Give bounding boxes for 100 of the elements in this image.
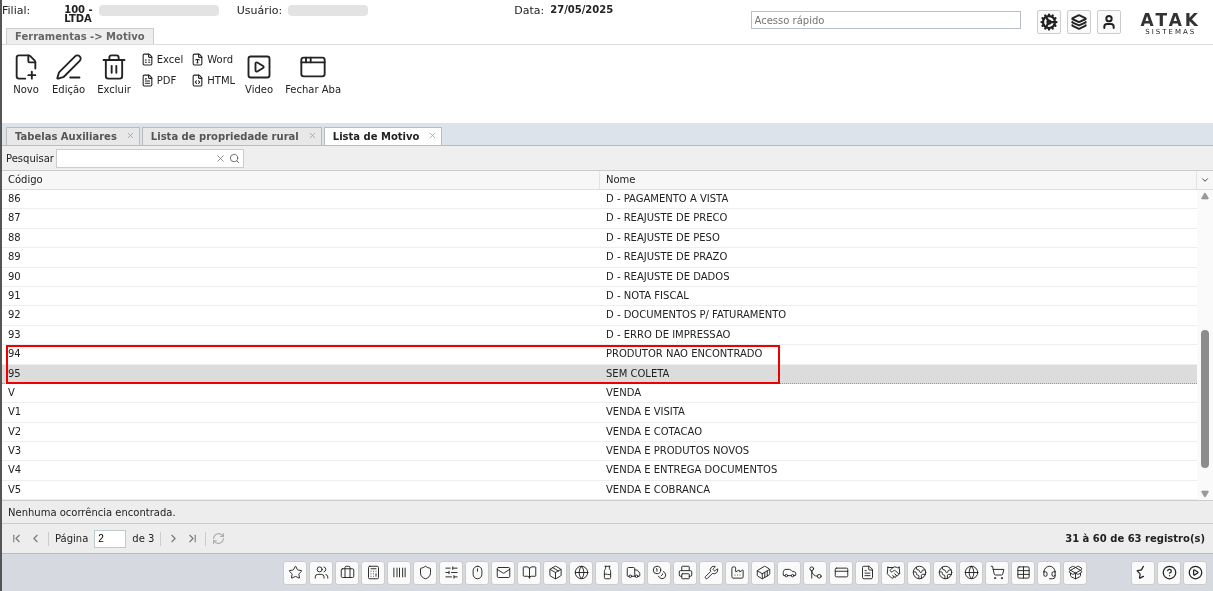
scrollbar[interactable]: [1197, 190, 1213, 500]
factory-icon[interactable]: [725, 560, 749, 585]
trash-icon: [100, 53, 128, 81]
table-cell-text: V3: [7, 444, 23, 459]
table-cell-text: 90: [7, 269, 22, 284]
table-cell-text: 89: [7, 250, 22, 265]
sliders-icon[interactable]: [439, 560, 463, 585]
handshake-icon[interactable]: [881, 560, 905, 585]
envelope-icon[interactable]: [491, 560, 515, 585]
table-cell-text: D - ERRO DE IMPRESSAO: [605, 327, 732, 342]
user-icon[interactable]: [1096, 10, 1121, 34]
table-cell-text: D - DOCUMENTOS P/ FATURAMENTO: [605, 308, 788, 323]
date-label: Data:: [514, 4, 545, 17]
globe-icon[interactable]: [569, 560, 593, 585]
export-button[interactable]: HTML: [191, 74, 236, 87]
toolbar-button[interactable]: Edição: [50, 53, 88, 95]
table-cell-text: 91: [7, 288, 22, 303]
mouse-icon[interactable]: [465, 560, 489, 585]
tab[interactable]: Lista de propriedade rural: [141, 127, 322, 145]
table-cell-text: V: [7, 385, 16, 400]
toolbar-button[interactable]: Video: [243, 53, 276, 95]
package-icon[interactable]: [543, 560, 567, 585]
merge-icon[interactable]: [803, 560, 827, 585]
grid-icon[interactable]: [1011, 560, 1035, 585]
filial-value: LTDA: [64, 15, 93, 22]
table-cell-text: V4: [7, 463, 23, 478]
file-icon: [140, 74, 154, 87]
table-cell-text: SEM COLETA: [605, 366, 671, 381]
export-button[interactable]: PDF: [140, 74, 184, 87]
truck-icon[interactable]: [621, 560, 645, 585]
table-cell-text: D - REAJUSTE DE PRAZO: [605, 250, 729, 265]
toolbar-button[interactable]: Excluir: [95, 53, 133, 95]
layers-icon[interactable]: [1066, 10, 1091, 34]
page-field[interactable]: 2: [94, 529, 127, 548]
table-cell-text: VENDA E COTACAO: [605, 424, 704, 439]
book-icon[interactable]: [517, 560, 541, 585]
export-button[interactable]: Excel: [140, 53, 184, 66]
tool-icon[interactable]: [699, 560, 723, 585]
down-arrow-icon[interactable]: [1201, 490, 1209, 498]
breadcrumb-tab[interactable]: Ferramentas -> Motivo: [6, 28, 154, 44]
table-cell-text: VENDA E PRODUTOS NOVOS: [605, 444, 751, 459]
bottle-icon[interactable]: [595, 560, 619, 585]
table-cell-text: D - PAGAMENTO A VISTA: [605, 192, 730, 206]
document-icon[interactable]: [855, 560, 879, 585]
coins-icon[interactable]: [647, 560, 671, 585]
play-icon[interactable]: [1183, 560, 1207, 585]
search-icon[interactable]: [228, 152, 240, 164]
column-header[interactable]: Código: [2, 171, 600, 189]
table-cell-text: V5: [7, 482, 23, 497]
headset-icon[interactable]: [1037, 560, 1061, 585]
user-label: Usuário:: [236, 4, 283, 17]
cart-icon[interactable]: [985, 560, 1009, 585]
globe-icon[interactable]: [959, 560, 983, 585]
table-cell-text: VENDA E ENTREGA DOCUMENTOS: [605, 463, 779, 478]
calculator-icon[interactable]: [361, 560, 385, 585]
people-icon[interactable]: [309, 560, 333, 585]
page-count: de 3: [132, 533, 155, 544]
status-message: Nenhuma ocorrência encontrada.: [8, 506, 176, 518]
first-page-icon[interactable]: [10, 532, 23, 545]
table-cell-text: 87: [7, 211, 22, 226]
table-cell-text: 86: [7, 192, 22, 206]
table-cell-text: D - REAJUSTE DE PESO: [605, 230, 721, 245]
search-label: Pesquisar: [6, 152, 54, 164]
export-button[interactable]: Word: [191, 53, 236, 66]
table-cell-text: 92: [7, 308, 22, 323]
pencil-icon: [54, 53, 83, 81]
payment-icon[interactable]: [829, 560, 853, 585]
up-arrow-icon[interactable]: [1201, 192, 1209, 200]
settings-icon[interactable]: [1036, 10, 1061, 34]
tab[interactable]: Tabelas Auxiliares: [6, 127, 140, 145]
search-field[interactable]: [55, 148, 244, 168]
car-icon[interactable]: [777, 560, 801, 585]
table-cell-text: VENDA E COBRANCA: [605, 482, 712, 497]
page-label: Página: [55, 533, 89, 544]
tab[interactable]: Lista de Motivo: [323, 127, 443, 145]
globe-icon[interactable]: [933, 560, 957, 585]
briefcase-icon[interactable]: [335, 560, 359, 585]
barcode-icon[interactable]: [387, 560, 411, 585]
printer-icon[interactable]: [673, 560, 697, 585]
table-cell-text: D - REAJUSTE DE PRECO: [605, 211, 729, 226]
table-cell-text: 95: [7, 366, 22, 381]
table-cell-text: VENDA: [605, 385, 642, 400]
globe-icon[interactable]: [907, 560, 931, 585]
file-icon: [140, 53, 154, 66]
file-icon: [191, 74, 205, 87]
table-cell-text: D - NOTA FISCAL: [605, 288, 690, 303]
logo-text: ATAK: [1140, 12, 1201, 29]
toolbar-button[interactable]: Novo: [10, 53, 42, 95]
toolbar-button[interactable]: Fechar Aba: [283, 53, 344, 95]
date-value: 27/05/2025: [550, 4, 614, 15]
help-icon[interactable]: [1157, 560, 1181, 585]
table-cell-text: D - REAJUSTE DE DADOS: [605, 269, 731, 284]
column-header[interactable]: Nome: [600, 171, 1197, 189]
table-cell-text: V2: [7, 424, 23, 439]
file-icon: [191, 53, 205, 66]
scrollbar-thumb[interactable]: [1201, 330, 1209, 468]
clear-icon[interactable]: [214, 152, 226, 164]
quick-access-field[interactable]: Acesso rápido: [750, 11, 1021, 29]
table-cell-text: PRODUTOR NAO ENCONTRADO: [605, 347, 764, 362]
dropdown-icon[interactable]: [1200, 175, 1210, 185]
